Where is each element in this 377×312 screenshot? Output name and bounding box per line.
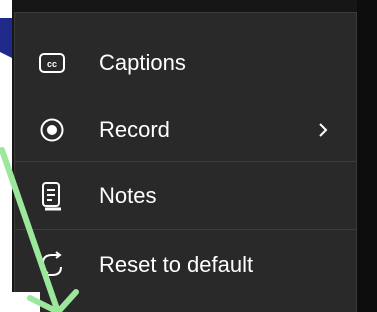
window-edge — [357, 0, 377, 312]
svg-text:cc: cc — [47, 59, 57, 69]
menu-item-label: Notes — [99, 183, 157, 208]
blue-arrow-icon — [0, 18, 12, 58]
notes-icon — [37, 181, 67, 211]
context-menu: cc Captions Record Notes Reset to defaul… — [14, 12, 357, 312]
menu-item-label: Captions — [99, 50, 186, 75]
reset-icon — [37, 250, 67, 280]
menu-item-label: Record — [99, 117, 170, 142]
menu-item-label: Reset to default — [99, 252, 254, 277]
menu-item-notes[interactable]: Notes — [15, 168, 356, 224]
closed-captions-icon: cc — [37, 48, 67, 78]
menu-item-captions[interactable]: cc Captions — [15, 35, 356, 91]
outside-area — [0, 292, 40, 312]
menu-item-reset-to-default[interactable]: Reset to default — [15, 237, 356, 293]
chevron-right-icon — [318, 117, 328, 143]
menu-divider — [15, 161, 356, 162]
record-icon — [37, 115, 67, 145]
menu-divider — [15, 229, 356, 230]
menu-item-record[interactable]: Record — [15, 102, 356, 158]
